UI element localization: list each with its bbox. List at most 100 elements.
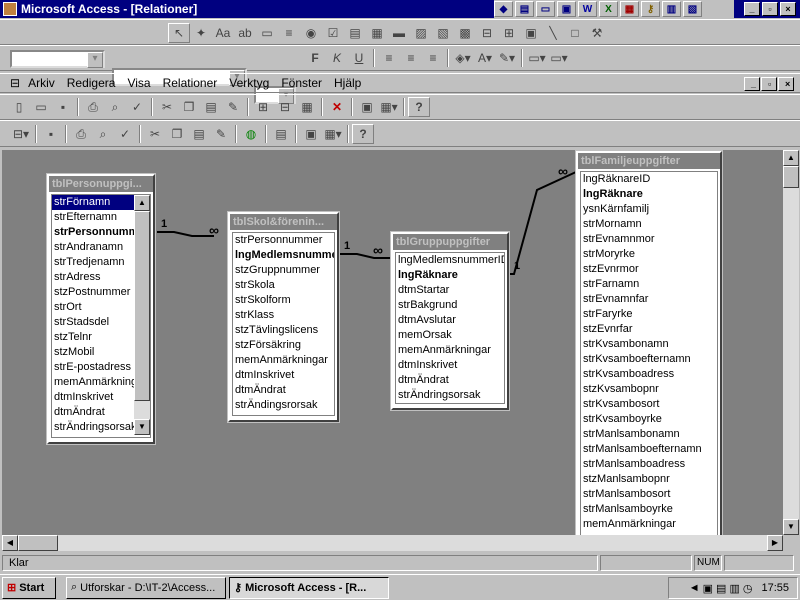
field-item[interactable]: strAndranamn [52, 240, 134, 255]
cut-icon[interactable]: ✂ [144, 124, 166, 144]
tab-control-icon[interactable]: ⊞ [498, 23, 520, 43]
paste-icon[interactable]: ▤ [188, 124, 210, 144]
field-item[interactable]: dtmÄndrat [52, 405, 134, 420]
relation-line[interactable] [339, 253, 391, 259]
maximize-button[interactable]: ▫ [762, 2, 778, 16]
page-break-icon[interactable]: ⊟ [476, 23, 498, 43]
spelling-icon[interactable]: ✓ [126, 97, 148, 117]
relations-doc-icon[interactable]: ⊟ [0, 76, 22, 90]
new-doc-icon[interactable]: ▤ [515, 1, 534, 17]
field-item[interactable]: strTredjenamn [52, 255, 134, 270]
field-item[interactable]: lngRäknare [581, 187, 717, 202]
table-gruppuppgifter[interactable]: tblGruppuppgifter lngMedlemsnummerID lng… [390, 231, 510, 411]
menu-fonster[interactable]: Fönster [275, 76, 328, 90]
format-painter-icon[interactable]: ✎ [222, 97, 244, 117]
office-icon[interactable]: ◆ [494, 1, 513, 17]
open-icon[interactable]: ▭ [30, 97, 52, 117]
field-item[interactable]: strFaryrke [581, 307, 717, 322]
network-icon[interactable]: ▣ [703, 582, 713, 595]
field-item[interactable]: strMornamn [581, 217, 717, 232]
new-object-icon[interactable]: ▦▾ [378, 97, 400, 117]
field-item[interactable]: strManlsambonamn [581, 427, 717, 442]
field-item[interactable]: strEvnamnmor [581, 232, 717, 247]
field-item[interactable]: stzFörsäkring [233, 338, 334, 353]
field-item[interactable]: lngRäknare [396, 268, 504, 283]
field-item[interactable]: stzGruppnummer [233, 263, 334, 278]
properties-icon[interactable]: ▤ [270, 124, 292, 144]
field-item[interactable]: stzMobil [52, 345, 134, 360]
unbound-frame-icon[interactable]: ▧ [432, 23, 454, 43]
menu-hjalp[interactable]: Hjälp [328, 76, 367, 90]
explorer-icon[interactable]: ▣ [557, 1, 576, 17]
scroll-thumb[interactable] [783, 166, 799, 188]
toggle-icon[interactable]: ≡ [278, 23, 300, 43]
relationships-canvas[interactable]: 1 ∞ 1 ∞ 1 ∞ tblPersonuppgi... strFörnamn… [2, 150, 783, 535]
line-width-icon[interactable]: ▭▾ [526, 48, 548, 68]
field-item[interactable]: strKlass [233, 308, 334, 323]
scroll-down-button[interactable]: ▼ [134, 419, 150, 435]
field-item[interactable]: strPersonnummer [233, 233, 334, 248]
access-icon[interactable]: ⚷ [641, 1, 660, 17]
scroll-left-button[interactable]: ◀ [2, 535, 18, 551]
copy-icon[interactable]: ❐ [166, 124, 188, 144]
paste-icon[interactable]: ▤ [200, 97, 222, 117]
special-effect-icon[interactable]: ▭▾ [548, 48, 570, 68]
fill-color-icon[interactable]: ◈▾ [452, 48, 474, 68]
bound-frame-icon[interactable]: ▩ [454, 23, 476, 43]
combobox-tool-icon[interactable]: ▤ [344, 23, 366, 43]
field-item[interactable]: strOrt [52, 300, 134, 315]
field-item[interactable]: memAnmärkningar [581, 517, 717, 532]
field-item[interactable]: stzKvsambopnr [581, 382, 717, 397]
mdi-close-button[interactable]: × [778, 77, 794, 91]
database-window-icon[interactable]: ▣ [356, 97, 378, 117]
scroll-thumb[interactable] [134, 211, 150, 401]
field-item[interactable]: strSkola [233, 278, 334, 293]
view-icon[interactable]: ⊟▾ [10, 124, 32, 144]
new-object-icon[interactable]: ▦▾ [322, 124, 344, 144]
field-item[interactable]: memAnmärkningar [52, 375, 147, 390]
mdi-minimize-button[interactable]: _ [744, 77, 760, 91]
minimize-button[interactable]: _ [744, 2, 760, 16]
option-group-icon[interactable]: ▭ [256, 23, 278, 43]
field-item[interactable]: strÄndingsrorsak [233, 398, 334, 413]
field-item[interactable]: dtmÄndrat [396, 373, 504, 388]
field-item[interactable]: strKvsamboefternamn [581, 352, 717, 367]
show-table-icon[interactable]: ⊞ [252, 97, 274, 117]
mdi-restore-button[interactable]: ▫ [761, 77, 777, 91]
table-title[interactable]: tblFamiljeuppgifter [578, 153, 720, 169]
print-icon[interactable]: ⎙ [82, 97, 104, 117]
field-item[interactable]: strFarnamn [581, 277, 717, 292]
binder-icon[interactable]: ▥ [662, 1, 681, 17]
italic-icon[interactable]: K [326, 48, 348, 68]
field-item[interactable]: strFörnamn [52, 195, 134, 210]
spelling-icon[interactable]: ✓ [114, 124, 136, 144]
field-item[interactable]: dtmAvslutar [396, 313, 504, 328]
field-item[interactable]: stzTelnr [52, 330, 134, 345]
relation-line[interactable] [157, 231, 214, 237]
textbox-tool-icon[interactable]: ab [234, 23, 256, 43]
field-item[interactable]: strKvsamboadress [581, 367, 717, 382]
field-item[interactable]: stzPostnummer [52, 285, 134, 300]
show-direct-icon[interactable]: ⊟ [274, 97, 296, 117]
taskbar-item-explorer[interactable]: ⌕ Utforskar - D:\IT-2\Access... [66, 576, 226, 599]
field-item[interactable]: strE-postadress [52, 360, 134, 375]
more-controls-icon[interactable]: ⚒ [586, 23, 608, 43]
align-right-icon[interactable]: ≡ [422, 48, 444, 68]
menu-arkiv[interactable]: Arkiv [22, 76, 61, 90]
new-icon[interactable]: ▯ [8, 97, 30, 117]
scroll-down-button[interactable]: ▼ [783, 519, 799, 535]
subform-icon[interactable]: ▣ [520, 23, 542, 43]
field-item[interactable]: strManlsamboadress [581, 457, 717, 472]
word-icon[interactable]: W [578, 1, 597, 17]
field-item[interactable]: memAnmärkningar [396, 343, 504, 358]
underline-icon[interactable]: U [348, 48, 370, 68]
table-personuppgifter[interactable]: tblPersonuppgi... strFörnamn strEfternam… [46, 173, 156, 445]
field-item[interactable]: strManlsamboefternamn [581, 442, 717, 457]
save-icon[interactable]: ▪ [40, 124, 62, 144]
checkbox-tool-icon[interactable]: ☑ [322, 23, 344, 43]
scroll-thumb[interactable] [18, 535, 58, 551]
relation-line[interactable] [509, 171, 577, 275]
field-item[interactable]: strKvsambonamn [581, 337, 717, 352]
field-item[interactable]: lngMedlemsnummerID [396, 253, 504, 268]
table-title[interactable]: tblSkol&förenin... [230, 214, 337, 230]
